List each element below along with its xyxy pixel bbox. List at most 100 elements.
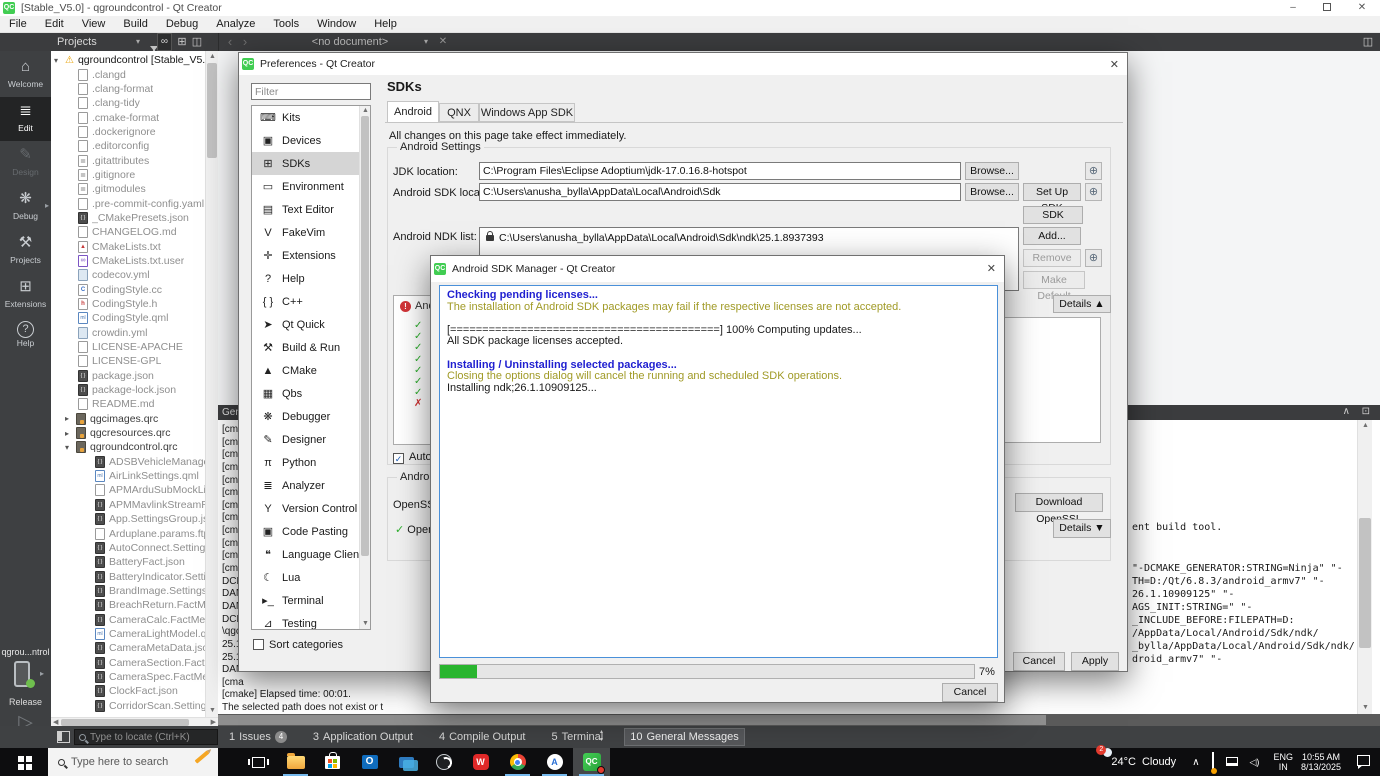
taskbar-outlook[interactable]: O <box>351 748 388 776</box>
download-openssl-button[interactable]: Download OpenSSL <box>1015 493 1103 512</box>
scroll-up-icon[interactable]: ▲ <box>362 107 369 115</box>
menu-tools[interactable]: Tools <box>264 16 308 33</box>
tree-row[interactable]: package-lock.json <box>51 383 218 397</box>
tree-row[interactable]: _CMakePresets.json <box>51 211 218 225</box>
settings-category-text-editor[interactable]: ▤Text Editor <box>252 198 370 221</box>
settings-category-qt-quick[interactable]: ➤Qt Quick <box>252 313 370 336</box>
action-center-icon[interactable] <box>1357 753 1370 771</box>
tree-row[interactable]: LICENSE-GPL <box>51 354 218 368</box>
menu-help[interactable]: Help <box>365 16 406 33</box>
sdk-download-globe-icon[interactable]: ⊕ <box>1085 183 1102 201</box>
tree-row[interactable]: .pre-commit-config.yaml <box>51 196 218 210</box>
hidden-icons-chevron-icon[interactable]: ∧ <box>1192 757 1199 768</box>
taskbar-qt-creator[interactable]: QC <box>573 748 610 776</box>
settings-category-build-run[interactable]: ⚒Build & Run <box>252 336 370 359</box>
projects-horizontal-scrollbar[interactable]: ◀ ▶ <box>51 717 218 726</box>
output-pane-button-general-messages[interactable]: 10General Messages <box>624 728 745 746</box>
tab-windows-app-sdk[interactable]: Windows App SDK <box>479 103 575 122</box>
document-selector[interactable]: <no document> <box>260 33 440 51</box>
go-back-icon[interactable]: ‹ <box>224 33 236 51</box>
taskbar-vmware[interactable] <box>388 748 425 776</box>
activity-help[interactable]: ?Help <box>0 317 51 361</box>
settings-filter-input[interactable] <box>251 83 371 100</box>
tree-row[interactable]: CorridorScan.SettingsGroup <box>51 698 218 712</box>
ndk-remove-button[interactable]: Remove <box>1023 249 1081 267</box>
settings-category-language-client[interactable]: ❝Language Client <box>252 543 370 566</box>
settings-category-environment[interactable]: ▭Environment <box>252 175 370 198</box>
tree-row[interactable]: BatteryIndicator.SettingsGrc <box>51 569 218 583</box>
menu-view[interactable]: View <box>73 16 115 33</box>
sdk-location-input[interactable] <box>479 183 961 201</box>
taskbar-task-view[interactable] <box>240 748 277 776</box>
tree-row[interactable]: CameraCalc.FactMetaData.j <box>51 612 218 626</box>
settings-category-qbs[interactable]: ▦Qbs <box>252 382 370 405</box>
restore-icon[interactable] <box>1313 0 1341 16</box>
tree-row[interactable]: .clangd <box>51 67 218 81</box>
tree-row[interactable]: AutoConnect.SettingsGroup <box>51 541 218 555</box>
locator-input[interactable] <box>90 732 200 743</box>
set-up-sdk-button[interactable]: Set Up SDK <box>1023 183 1081 201</box>
tree-row[interactable]: BreachReturn.FactMetaData <box>51 598 218 612</box>
settings-category-testing[interactable]: ⊿Testing <box>252 612 370 630</box>
jdk-location-input[interactable] <box>479 162 961 180</box>
taskbar-webex[interactable]: W <box>462 748 499 776</box>
scroll-up-icon[interactable]: ▲ <box>1362 422 1369 430</box>
tree-row[interactable]: .gitmodules <box>51 182 218 196</box>
pane-selector-chevron-icon[interactable]: ▾ <box>136 33 140 51</box>
taskbar-search-input[interactable] <box>71 756 179 768</box>
settings-category-sdks[interactable]: ⊞SDKs <box>252 152 370 175</box>
tree-row[interactable]: ADSBVehicleManager.Settin <box>51 455 218 469</box>
volume-icon[interactable]: ◁) <box>1250 757 1260 768</box>
tree-row[interactable]: AirLinkSettings.qml <box>51 469 218 483</box>
category-scrollbar[interactable]: ▲ ▼ <box>359 106 370 629</box>
ndk-add-button[interactable]: Add... <box>1023 227 1081 245</box>
taskbar-android-studio[interactable]: A <box>536 748 573 776</box>
taskbar-search[interactable] <box>48 748 218 776</box>
ndk-make-default-button[interactable]: Make Default <box>1023 271 1085 289</box>
tree-row[interactable]: APMMavlinkStreamRate.Se <box>51 498 218 512</box>
weather-condition[interactable]: Cloudy <box>1142 756 1176 768</box>
sort-categories-checkbox[interactable]: Sort categories <box>253 639 343 651</box>
taskbar-file-explorer[interactable] <box>277 748 314 776</box>
output-pane-button-compile-output[interactable]: 4Compile Output <box>434 728 531 746</box>
scroll-down-icon[interactable]: ▼ <box>362 620 369 628</box>
tree-row[interactable]: package.json <box>51 369 218 383</box>
activity-debug[interactable]: ❋Debug▸ <box>0 185 51 229</box>
scroll-up-icon[interactable]: ▲ <box>209 53 216 61</box>
settings-category-cmake[interactable]: ▲CMake <box>252 359 370 382</box>
sdk-browse-button[interactable]: Browse... <box>965 183 1019 201</box>
tree-row[interactable]: .gitignore <box>51 168 218 182</box>
expander-icon[interactable]: ▾ <box>65 443 76 452</box>
weather-temp[interactable]: 24°C <box>1111 756 1136 768</box>
projects-vertical-scrollbar[interactable]: ▲ ▼ <box>205 51 218 717</box>
tree-row[interactable]: Arduplane.params.ftp.bin <box>51 526 218 540</box>
tree-row[interactable]: ▾⚠qgroundcontrol [Stable_V5.0] <box>51 53 218 67</box>
tree-row[interactable]: CodingStyle.cc <box>51 283 218 297</box>
weather-icon[interactable]: 2 <box>1099 753 1105 771</box>
language-indicator[interactable]: ENGIN <box>1273 752 1293 772</box>
kit-expand-arrow-icon[interactable]: ▸ <box>40 669 44 678</box>
menu-build[interactable]: Build <box>114 16 156 33</box>
expander-icon[interactable]: ▸ <box>65 429 76 438</box>
minimize-output-icon[interactable]: ∧ <box>1343 406 1350 417</box>
settings-category-fakevim[interactable]: VFakeVim <box>252 221 370 244</box>
settings-category-designer[interactable]: ✎Designer <box>252 428 370 451</box>
settings-category-python[interactable]: πPython <box>252 451 370 474</box>
activity-projects[interactable]: ⚒Projects <box>0 229 51 273</box>
go-forward-icon[interactable]: › <box>239 33 251 51</box>
tree-row[interactable]: .clang-tidy <box>51 96 218 110</box>
cancel-button[interactable]: Cancel <box>1013 652 1065 671</box>
network-icon[interactable] <box>1226 753 1238 771</box>
tree-row[interactable]: CMakeLists.txt.user <box>51 254 218 268</box>
activity-welcome[interactable]: ⌂Welcome <box>0 53 51 97</box>
output-pane-button-terminal[interactable]: 5Terminal <box>547 728 609 746</box>
settings-category-c[interactable]: { }C++ <box>252 290 370 313</box>
tree-row[interactable]: CameraSpec.FactMetaData. <box>51 670 218 684</box>
tree-row[interactable]: CameraSection.FactMetaDa <box>51 655 218 669</box>
menu-analyze[interactable]: Analyze <box>207 16 264 33</box>
jdk-browse-button[interactable]: Browse... <box>965 162 1019 180</box>
locator[interactable] <box>74 729 218 745</box>
scroll-down-icon[interactable]: ▼ <box>1362 704 1369 712</box>
tree-row[interactable]: App.SettingsGroup.json <box>51 512 218 526</box>
taskbar-microsoft-store[interactable] <box>314 748 351 776</box>
